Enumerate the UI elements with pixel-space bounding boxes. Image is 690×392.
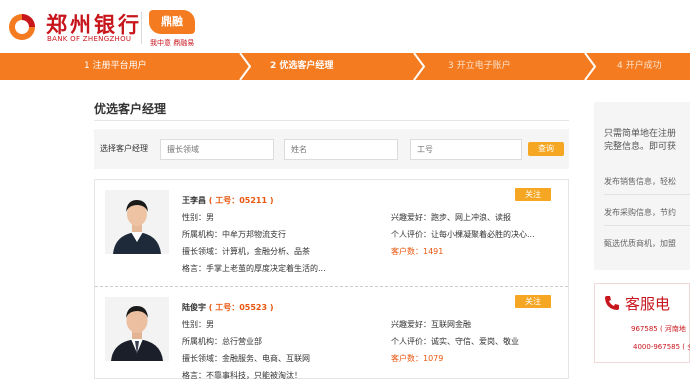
side-divider (604, 194, 690, 195)
follow-button[interactable]: 关注 (515, 295, 551, 308)
filter-label: 选择客户经理 (100, 144, 148, 153)
main-content: 优选客户经理 选择客户经理 查询 王李昌 ( 工号：05211 ) 性别：男 所… (80, 88, 583, 388)
manager-job-number: ( 工号：05211 ) (208, 196, 274, 205)
bank-name-en: BANK OF ZHENGZHOU (47, 35, 132, 43)
step-arrow-icon (413, 53, 426, 80)
manager-name: 陆俊宇 (182, 303, 206, 312)
specialty-input[interactable] (160, 139, 274, 160)
side-item-buy: 发布采购信息，节约 (604, 208, 676, 217)
side-info-panel: 只需简单地在注册 完整信息。即可获 发布销售信息，轻松 发布采购信息，节约 甄选… (594, 102, 690, 270)
manager-name-line: 陆俊宇 ( 工号：05523 ) (182, 302, 274, 313)
sub-brand-tagline: 我中意 鼎融易 (150, 39, 195, 47)
manager-evaluation: 个人评价：诚实、守信、爱岗、敬业 (391, 337, 519, 346)
manager-photo[interactable] (105, 190, 169, 254)
follow-button[interactable]: 关注 (515, 188, 551, 201)
manager-list: 王李昌 ( 工号：05211 ) 性别：男 所属机构：中牟万邦物流支行 擅长领域… (94, 179, 569, 380)
manager-job-number: ( 工号：05523 ) (208, 303, 274, 312)
bank-logo-icon[interactable] (8, 13, 36, 41)
side-item-opportunity: 甄选优质商机，加盟 (604, 239, 676, 248)
title-divider (94, 120, 569, 121)
side-divider (604, 225, 690, 226)
step-arrow-icon (239, 53, 252, 80)
manager-card: 陆俊宇 ( 工号：05523 ) 性别：男 所属机构：总行营业部 擅长领域：金融… (95, 286, 568, 392)
filter-bar: 选择客户经理 查询 (94, 129, 569, 169)
manager-customers: 客户数：1491 (391, 246, 443, 257)
service-hotline-local[interactable]: 967585 ( 河南地 (631, 324, 686, 334)
manager-gender: 性别：男 (182, 213, 214, 222)
side-item-sell: 发布销售信息，轻松 (604, 177, 676, 186)
manager-photo[interactable] (105, 297, 169, 361)
manager-hobby: 兴趣爱好：互联网金融 (391, 320, 471, 329)
customers-count: 1079 (423, 354, 444, 363)
sub-brand-logo: 鼎融 (149, 10, 195, 34)
manager-org: 所属机构：中牟万邦物流支行 (182, 230, 286, 239)
step-3: 3 开立电子账户 (448, 61, 511, 71)
manager-motto: 格言：不靠事科技，只能被淘汰！ (182, 371, 302, 380)
customers-count: 1491 (423, 247, 444, 256)
customer-service-box: 客服电 967585 ( 河南地 4000-967585 ( 全 (594, 283, 690, 363)
manager-hobby: 兴趣爱好：跑步、网上冲浪、读报 (391, 213, 511, 222)
side-intro-line2: 完整信息。即可获 (604, 142, 677, 152)
side-intro-line1: 只需简单地在注册 (604, 129, 677, 139)
manager-specialty: 擅长领域：计算机，金融分析、品茶 (182, 247, 310, 256)
step-arrow-icon (584, 53, 597, 80)
service-title: 客服电 (625, 295, 671, 313)
phone-icon (605, 296, 619, 310)
manager-card: 王李昌 ( 工号：05211 ) 性别：男 所属机构：中牟万邦物流支行 擅长领域… (95, 180, 568, 286)
manager-evaluation: 个人评价：让每小棵凝聚着必胜的决心... (391, 230, 535, 239)
name-input[interactable] (284, 139, 398, 160)
manager-motto: 格言：手掌上老茧的厚度决定着生活的... (182, 264, 326, 273)
page-title: 优选客户经理 (94, 102, 167, 116)
manager-name-line: 王李昌 ( 工号：05211 ) (182, 195, 274, 206)
logo-divider (141, 12, 142, 44)
manager-gender: 性别：男 (182, 320, 214, 329)
step-2-current: 2 优选客户经理 (270, 61, 334, 71)
query-button[interactable]: 查询 (528, 142, 564, 156)
progress-steps: 1 注册平台用户 2 优选客户经理 3 开立电子账户 4 开户成功 (0, 53, 690, 80)
step-1: 1 注册平台用户 (84, 61, 147, 71)
customers-label: 客户数： (391, 354, 423, 363)
manager-org: 所属机构：总行营业部 (182, 337, 262, 346)
manager-customers: 客户数：1079 (391, 353, 443, 364)
customers-label: 客户数： (391, 247, 423, 256)
site-header: 郑州银行 BANK OF ZHENGZHOU 鼎融 我中意 鼎融易 (0, 0, 690, 52)
job-number-input[interactable] (410, 139, 522, 160)
manager-specialty: 擅长领域：金融服务、电商、互联网 (182, 354, 310, 363)
service-hotline-national[interactable]: 4000-967585 ( 全 (633, 342, 690, 352)
step-4: 4 开户成功 (617, 61, 662, 71)
manager-name: 王李昌 (182, 196, 206, 205)
